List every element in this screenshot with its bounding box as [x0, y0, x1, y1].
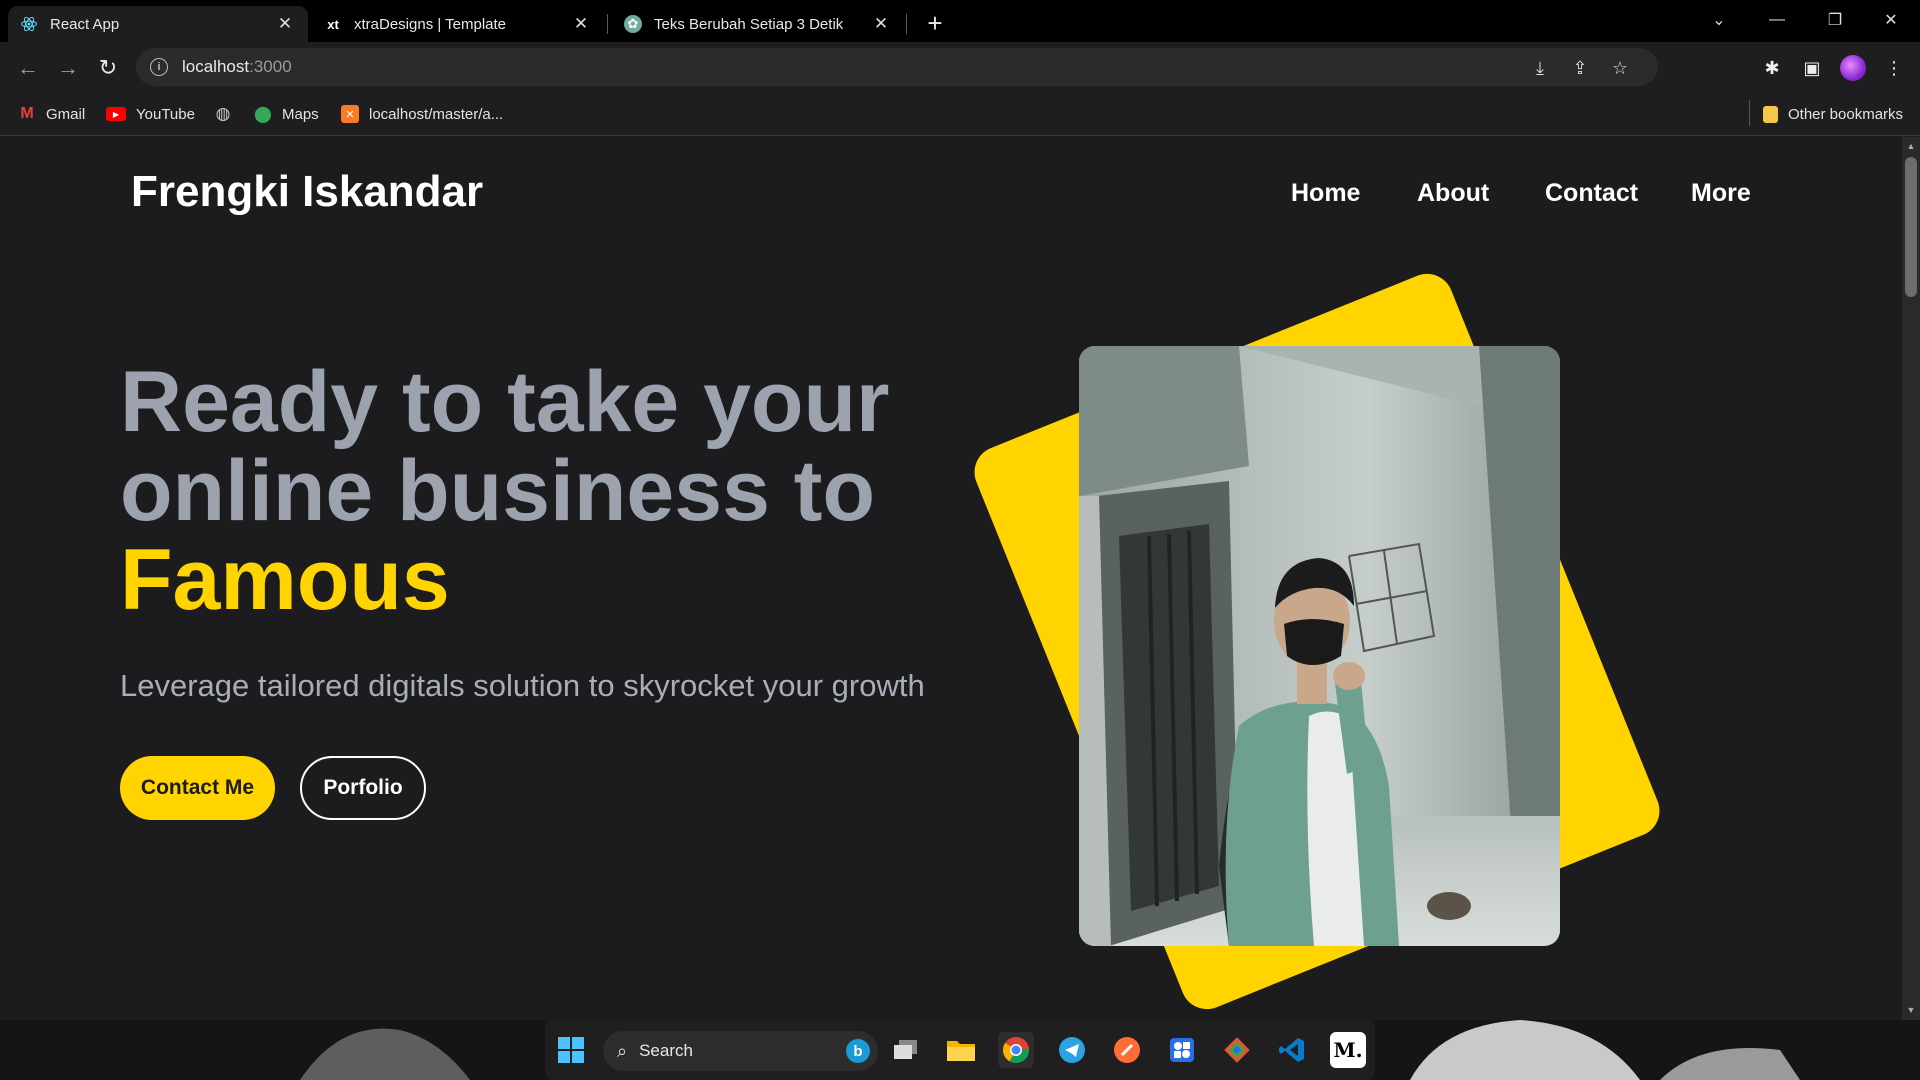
bookmarks-bar: M Gmail ▶ YouTube ◍ ⬤ Maps ✕ localhost/m… [0, 92, 1920, 136]
minimize-icon[interactable]: — [1748, 0, 1806, 40]
tab-divider [906, 14, 907, 34]
task-view-icon[interactable] [888, 1032, 924, 1068]
tab-react-app[interactable]: React App ✕ [8, 6, 308, 42]
url-port: :3000 [249, 57, 292, 76]
scroll-up-icon[interactable]: ▲ [1906, 141, 1916, 151]
file-explorer-icon[interactable] [943, 1032, 979, 1068]
extensions-icon[interactable]: ✱ [1758, 54, 1786, 82]
bookmarks-divider [1749, 100, 1750, 126]
bookmark-other[interactable]: Other bookmarks [1763, 102, 1903, 126]
scroll-down-icon[interactable]: ▼ [1906, 1005, 1916, 1015]
close-tab-icon[interactable]: ✕ [274, 13, 296, 35]
new-tab-icon[interactable]: + [920, 8, 950, 38]
bookmark-label: localhost/master/a... [369, 105, 504, 123]
forward-icon[interactable]: → [52, 52, 84, 84]
share-icon[interactable]: ⇪ [1568, 56, 1592, 80]
telegram-icon[interactable] [1054, 1032, 1090, 1068]
hero-heading-line-2: online business to [120, 443, 875, 539]
bookmark-star-icon[interactable]: ☆ [1608, 56, 1632, 80]
browser-toolbar: ← → ↻ i localhost:3000 ⤓ ⇪ ☆ ✱ ▣ ⋮ [0, 42, 1920, 92]
bookmark-maps[interactable]: ⬤ Maps [254, 102, 319, 126]
page-scrollbar[interactable]: ▲ ▼ [1902, 137, 1920, 1020]
site-info-icon[interactable]: i [150, 58, 168, 76]
menu-kebab-icon[interactable]: ⋮ [1880, 54, 1908, 82]
hero-portrait-photo [1079, 346, 1560, 946]
bing-icon[interactable]: b [846, 1039, 870, 1063]
install-app-icon[interactable]: ⤓ [1528, 56, 1552, 80]
xampp-icon: ✕ [341, 105, 359, 123]
maps-pin-icon: ⬤ [254, 106, 272, 123]
tab-divider [607, 14, 608, 34]
url-text: localhost:3000 [182, 57, 292, 77]
bookmark-label: Maps [282, 105, 319, 123]
tab-teks-berubah[interactable]: ✿ Teks Berubah Setiap 3 Detik ✕ [612, 6, 904, 42]
scroll-thumb[interactable] [1905, 157, 1917, 297]
chatgpt-favicon-icon: ✿ [624, 15, 642, 33]
search-icon: ⌕ [617, 1040, 628, 1061]
bookmark-youtube[interactable]: ▶ YouTube [106, 102, 195, 126]
nav-about[interactable]: About [1417, 179, 1489, 208]
url-host: localhost [182, 57, 250, 76]
nav-more[interactable]: More [1691, 179, 1751, 208]
bookmark-label: Gmail [46, 105, 86, 123]
folder-icon [1763, 105, 1778, 123]
nav-home[interactable]: Home [1291, 179, 1360, 208]
react-favicon-icon [20, 15, 38, 33]
taskbar-search[interactable]: ⌕ Search b [603, 1031, 878, 1071]
chrome-icon[interactable] [998, 1032, 1034, 1068]
restore-icon[interactable]: ❐ [1806, 0, 1864, 40]
youtube-icon: ▶ [106, 107, 126, 121]
tab-title: React App [50, 15, 120, 33]
close-tab-icon[interactable]: ✕ [870, 13, 892, 35]
tab-xtradesigns[interactable]: xt xtraDesigns | Template ✕ [312, 6, 604, 42]
globe-icon: ◍ [215, 104, 231, 123]
windows-taskbar: ⌕ Search b M. [0, 1020, 1920, 1080]
postman-icon[interactable] [1109, 1032, 1145, 1068]
close-tab-icon[interactable]: ✕ [570, 13, 592, 35]
close-window-icon[interactable]: ✕ [1862, 0, 1920, 40]
brand-logo[interactable]: Frengki Iskandar [131, 167, 483, 217]
profile-avatar[interactable] [1840, 55, 1866, 81]
bookmark-gmail[interactable]: M Gmail [18, 102, 85, 126]
tab-title: Teks Berubah Setiap 3 Detik [654, 15, 844, 33]
contact-me-button[interactable]: Contact Me [120, 756, 275, 820]
windows-start-icon[interactable] [553, 1032, 589, 1068]
tab-search-chevron-icon[interactable]: ⌄ [1690, 0, 1748, 40]
bookmark-localhost[interactable]: ✕ localhost/master/a... [341, 102, 503, 126]
hero-heading-accent: Famous [120, 532, 450, 628]
search-label: Search [639, 1041, 693, 1060]
xt-favicon-icon: xt [327, 16, 339, 32]
portfolio-button[interactable]: Porfolio [300, 756, 426, 820]
side-panel-icon[interactable]: ▣ [1798, 54, 1826, 82]
hero-subtitle: Leverage tailored digitals solution to s… [120, 668, 925, 703]
bookmark-globe[interactable]: ◍ [214, 102, 242, 126]
back-icon[interactable]: ← [12, 52, 44, 84]
git-icon[interactable] [1219, 1032, 1255, 1068]
page-viewport: Frengki Iskandar Home About Contact More… [0, 137, 1902, 1020]
bookmark-label: Other bookmarks [1788, 105, 1904, 123]
app-grid-icon[interactable] [1164, 1032, 1200, 1068]
bookmark-label: YouTube [136, 105, 195, 123]
address-bar[interactable]: i localhost:3000 ⤓ ⇪ ☆ [136, 48, 1658, 86]
tab-title: xtraDesigns | Template [354, 15, 507, 33]
gmail-icon: M [20, 105, 34, 122]
hero-heading-line-1: Ready to take your [120, 354, 890, 450]
reload-icon[interactable]: ↻ [92, 52, 124, 84]
medium-icon[interactable]: M. [1330, 1032, 1366, 1068]
browser-tab-strip: React App ✕ xt xtraDesigns | Template ✕ … [0, 0, 1920, 42]
vscode-icon[interactable] [1274, 1032, 1310, 1068]
nav-contact[interactable]: Contact [1545, 179, 1638, 208]
